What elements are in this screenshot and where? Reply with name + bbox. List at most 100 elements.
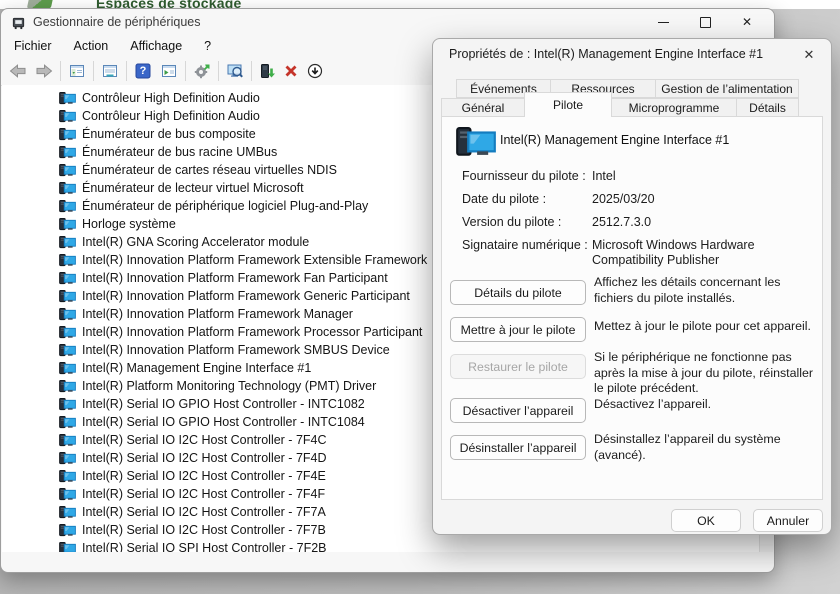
menu-action[interactable]: Action [63,37,120,55]
close-icon: ✕ [804,47,815,63]
device-manager-app-icon [11,15,26,30]
scan-hardware-changes-button[interactable] [189,59,215,83]
scan-hardware-icon [194,63,210,79]
minimize-icon [658,22,669,23]
system-device-icon [59,434,76,447]
dialog-close-button[interactable]: ✕ [799,45,819,65]
tab-details[interactable]: Détails [736,98,799,117]
update-driver-desc: Mettez à jour le pilote pour cet apparei… [594,319,818,335]
toolbar-separator [251,61,252,81]
help-question-glyph: ? [140,65,147,77]
console-tree-icon [69,63,85,79]
field-label-version: Version du pilote : [462,215,561,229]
field-value-signataire: Microsoft Windows Hardware Compatibility… [592,238,814,268]
screen: Espaces de stockage Gestionnaire de péri… [0,0,840,594]
system-device-icon [59,164,76,177]
menu-fichier[interactable]: Fichier [3,37,63,55]
minimize-button[interactable] [642,9,684,35]
toolbar-separator [60,61,61,81]
system-device-icon [59,182,76,195]
tab-pilote[interactable]: Pilote [524,92,612,117]
help-button[interactable]: ? [130,59,156,83]
update-driver-icon [259,63,275,79]
properties-button[interactable] [97,59,123,83]
device-name: Intel(R) Management Engine Interface #1 [500,133,729,147]
dialog-title: Propriétés de : Intel(R) Management Engi… [449,47,763,61]
close-icon: ✕ [742,16,752,28]
search-computer-button[interactable] [222,59,248,83]
maximize-button[interactable] [684,9,726,35]
field-value-fournisseur: Intel [592,169,814,184]
uninstall-device-button[interactable] [279,59,303,83]
toolbar-separator [185,61,186,81]
update-driver-button[interactable] [255,59,279,83]
system-device-icon [59,146,76,159]
system-device-icon [59,236,76,249]
status-area [2,552,773,571]
tab-microprogramme[interactable]: Microprogramme [611,98,737,117]
ok-button[interactable]: OK [671,509,741,532]
toolbar-separator [126,61,127,81]
action-pane-button[interactable] [156,59,182,83]
update-driver-button-dialog[interactable]: Mettre à jour le pilote [450,317,586,342]
system-device-icon [59,452,76,465]
tab-gestion-alimentation[interactable]: Gestion de l’alimentation [655,79,799,98]
field-value-date: 2025/03/20 [592,192,814,207]
driver-details-button[interactable]: Détails du pilote [450,280,586,305]
back-button[interactable] [5,59,31,83]
system-device-icon [59,416,76,429]
disable-device-button[interactable] [303,59,327,83]
device-manager-titlebar[interactable]: Gestionnaire de périphériques ✕ [1,9,774,35]
maximize-icon [700,17,711,28]
forward-button[interactable] [31,59,57,83]
system-device-icon [59,128,76,141]
properties-dialog: Propriétés de : Intel(R) Management Engi… [432,38,832,535]
forward-icon [35,63,53,79]
uninstall-icon [283,63,299,79]
system-device-icon [59,380,76,393]
show-console-tree-button[interactable] [64,59,90,83]
roll-back-driver-desc: Si le périphérique ne fonctionne pas apr… [594,350,818,397]
properties-icon [102,63,118,79]
system-device-icon [59,218,76,231]
field-value-version: 2512.7.3.0 [592,215,814,230]
system-device-icon [59,524,76,537]
field-label-fournisseur: Fournisseur du pilote : [462,169,586,183]
system-device-icon [59,398,76,411]
system-device-icon [59,308,76,321]
system-device-icon [59,290,76,303]
system-device-icon [59,344,76,357]
disable-icon [307,63,323,79]
menu-help[interactable]: ? [193,37,222,55]
roll-back-driver-button: Restaurer le pilote [450,354,586,379]
close-button[interactable]: ✕ [726,9,768,35]
system-device-icon [59,362,76,375]
disable-device-button-dialog[interactable]: Désactiver l’appareil [450,398,586,423]
device-icon [456,127,496,158]
window-title: Gestionnaire de périphériques [33,15,200,29]
system-device-icon [59,110,76,123]
search-computer-icon [227,63,243,79]
system-device-icon [59,200,76,213]
system-device-icon [59,326,76,339]
field-label-date: Date du pilote : [462,192,546,206]
system-device-icon [59,92,76,105]
system-device-icon [59,506,76,519]
toolbar-separator [218,61,219,81]
cancel-button[interactable]: Annuler [753,509,823,532]
driver-details-desc: Affichez les détails concernant les fich… [594,275,818,306]
driver-tab-panel: Intel(R) Management Engine Interface #1 … [441,116,823,500]
tab-general[interactable]: Général [441,98,525,117]
back-icon [9,63,27,79]
system-device-icon [59,272,76,285]
action-pane-icon [161,63,177,79]
toolbar-separator [93,61,94,81]
system-device-icon [59,488,76,501]
disable-device-desc: Désactivez l’appareil. [594,397,818,413]
uninstall-device-desc: Désinstallez l’appareil du système (avan… [594,432,818,463]
system-device-icon [59,470,76,483]
field-label-signataire: Signataire numérique : [462,238,588,252]
system-device-icon [59,254,76,267]
uninstall-device-button-dialog[interactable]: Désinstaller l’appareil [450,435,586,460]
menu-affichage[interactable]: Affichage [119,37,193,55]
